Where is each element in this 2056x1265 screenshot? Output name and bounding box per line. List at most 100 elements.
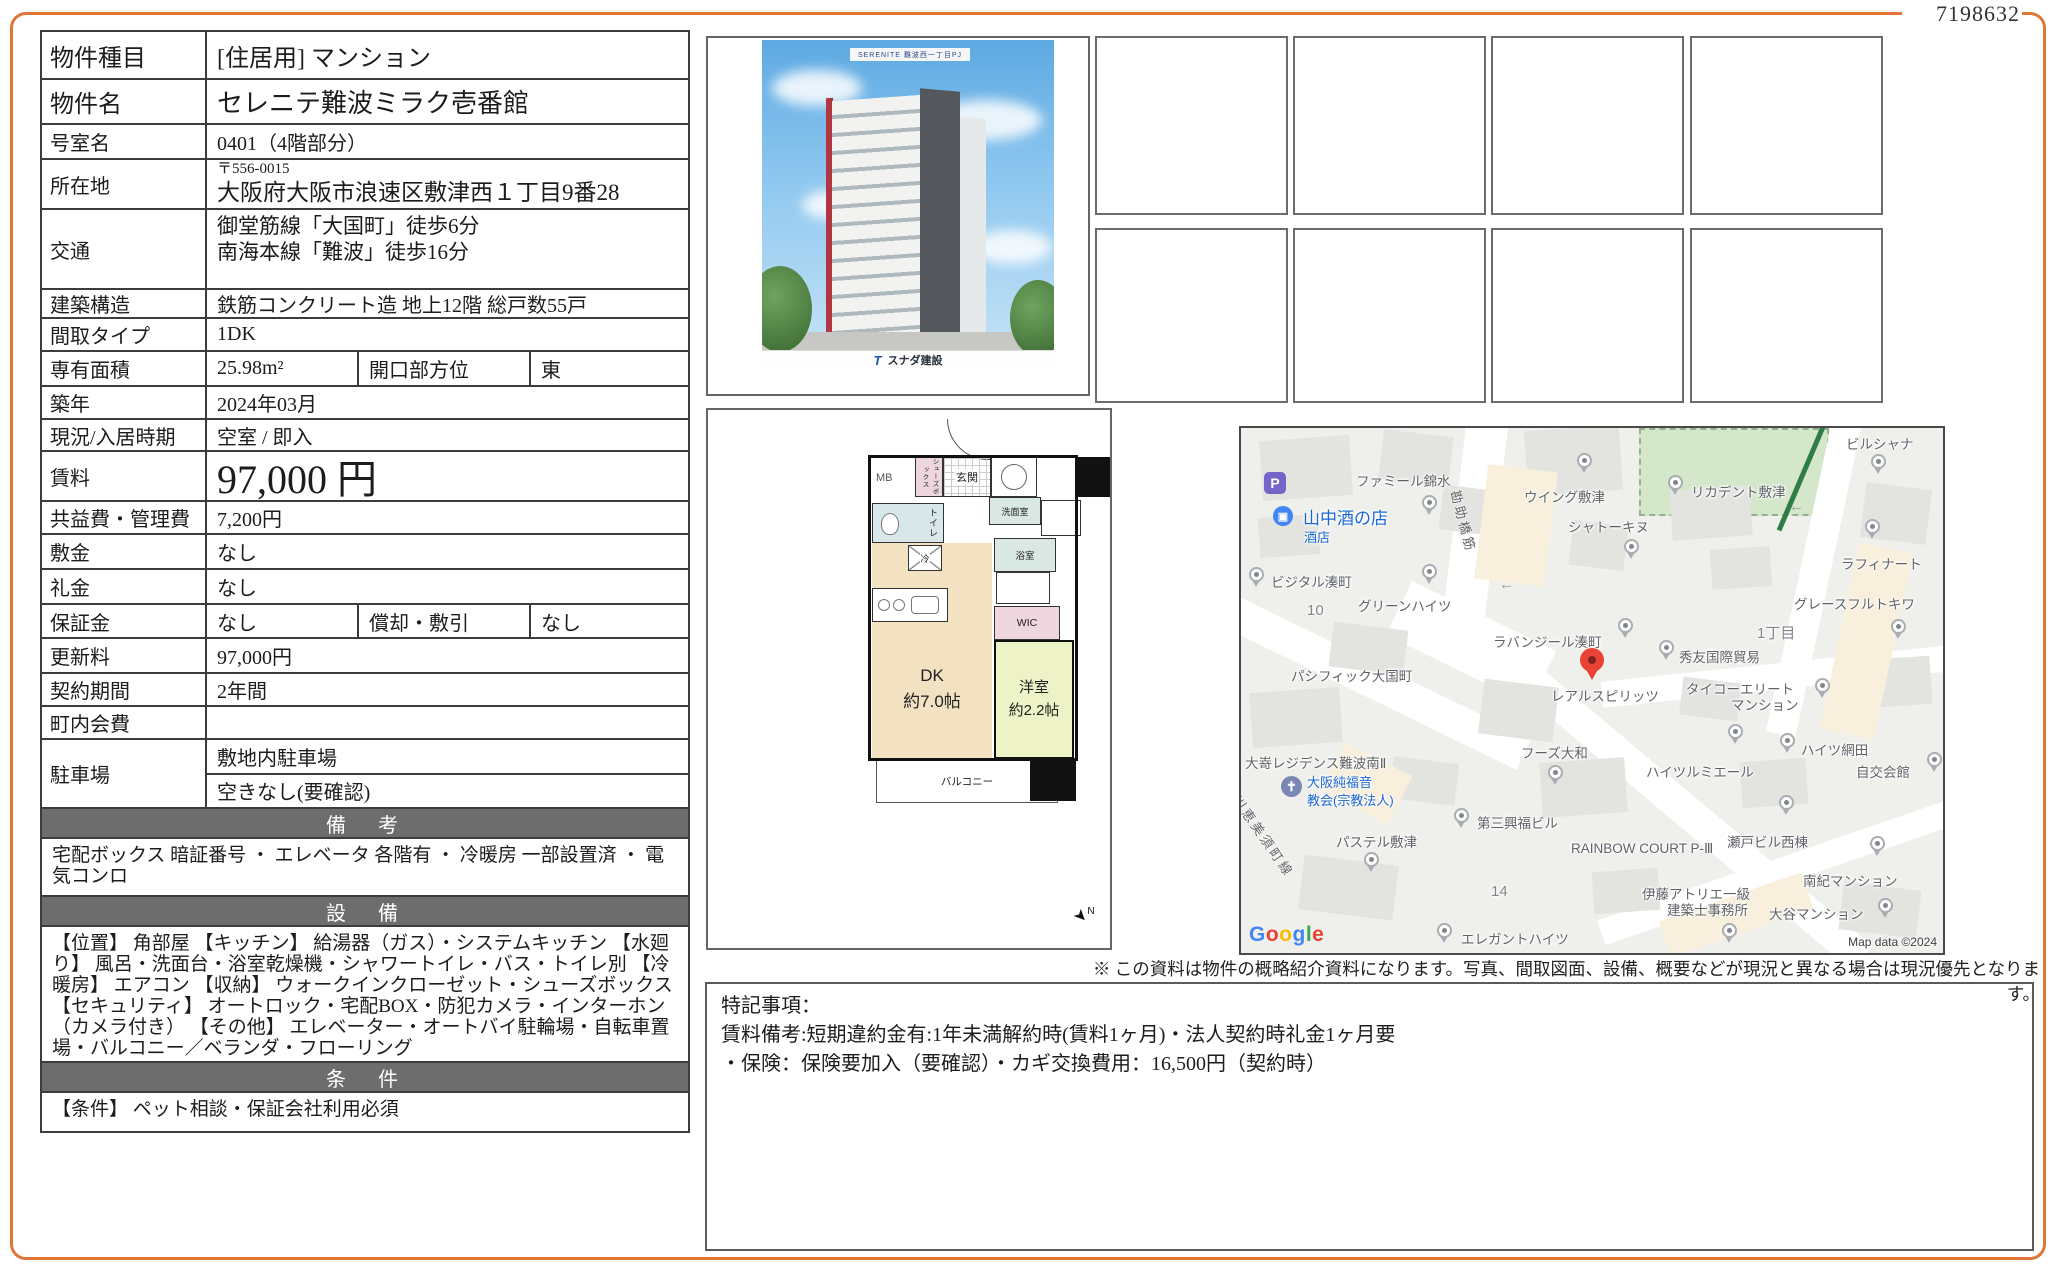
photo-placeholder [1491, 36, 1684, 215]
row-value-line: 御堂筋線「大国町」徒歩6分 [217, 213, 480, 239]
washroom-label: 洗面室 [1001, 505, 1028, 518]
toilet-room: トイレ [872, 503, 944, 543]
wall-block [1076, 457, 1110, 497]
bedroom: 洋室 約2.2帖 [994, 640, 1074, 759]
map-poi-pin-icon [1437, 923, 1452, 938]
map-poi-pin-icon [1668, 475, 1683, 490]
table-row: 契約期間2年間 [42, 674, 688, 707]
map-poi-pin-icon [1577, 453, 1592, 468]
special-notes-title: 特記事項： [721, 992, 2018, 1021]
map-poi-pin-icon [1878, 898, 1893, 913]
table-row: 町内会費 [42, 707, 688, 740]
map-poi-pin-icon [1422, 564, 1437, 579]
map-label: ビルシャナ [1846, 433, 1914, 453]
row-label: 駐車場 [42, 740, 207, 807]
row-label: 号室名 [42, 125, 207, 158]
row-value: 7,200円 [207, 502, 688, 533]
fridge-label: 冷 [920, 552, 929, 565]
map-label: ハイツルミエール [1646, 761, 1754, 781]
map-label: グレースフルトキワ [1794, 593, 1915, 613]
dk-label: DK [920, 666, 944, 685]
fridge-space: 冷 [908, 545, 942, 571]
section-text: 【位置】 角部屋 【キッチン】 給湯器（ガス）・システムキッチン 【水廻り】 風… [42, 927, 688, 1063]
row-value-line: 南海本線「難波」徒歩16分 [217, 239, 469, 265]
map-label: ウイング敷津 [1524, 486, 1605, 506]
map-label: RAINBOW COURT P-Ⅲ [1571, 841, 1713, 857]
map-label: 自交会館 [1856, 761, 1910, 781]
section-header: 条 件 [42, 1063, 688, 1093]
map-poi-pin-icon [1722, 923, 1737, 938]
entrance-label: 玄関 [955, 469, 979, 485]
row-cell: 東 [529, 352, 688, 385]
row-label: 物件種目 [42, 32, 207, 78]
tree-right [1010, 280, 1054, 350]
map-label: マンション [1731, 694, 1799, 714]
row-value: 御堂筋線「大国町」徒歩6分南海本線「難波」徒歩16分 [207, 210, 688, 288]
row-label: 賃料 [42, 452, 207, 500]
map-label: シャトーキヌ [1568, 516, 1649, 536]
photo-placeholder [1690, 36, 1883, 215]
row-label: 敷金 [42, 535, 207, 568]
photo-placeholder [1293, 36, 1486, 215]
builder-name: スナダ建設 [887, 352, 942, 368]
table-row: 号室名0401（4階部分） [42, 125, 688, 160]
toilet-label: トイレ [927, 508, 940, 538]
row-cell: 25.98m² [207, 352, 357, 385]
map-building-block [1298, 854, 1399, 920]
row-value-line: 〒556-0015 [217, 160, 290, 179]
table-row: 賃料97,000 円 [42, 452, 688, 502]
row-value: 97,000 円 [207, 452, 688, 500]
map-poi-pin-icon [1927, 752, 1942, 767]
church-pin-icon: ✝ [1281, 776, 1302, 797]
bedroom-size-label: 約2.2帖 [1009, 702, 1060, 719]
map-label: 14 [1491, 883, 1508, 900]
table-row: 更新料97,000円 [42, 639, 688, 674]
map-label: 瀬戸ビル西棟 [1727, 831, 1808, 851]
map-label: パステル敷津 [1336, 831, 1417, 851]
stove-icon [893, 599, 905, 611]
row-value: なし [207, 535, 688, 568]
map-copyright: Map data ©2024 [1848, 935, 1937, 949]
map-label: 第三興福ビル [1477, 812, 1558, 832]
parking-icon: P [1264, 472, 1286, 494]
row-value: 2024年03月 [207, 387, 688, 418]
building-front-face [832, 95, 920, 350]
row-value: 鉄筋コンクリート造 地上12階 総戸数55戸 [207, 290, 688, 317]
table-row: 専有面積25.98m²開口部方位東 [42, 352, 688, 387]
wall-block [1030, 759, 1076, 801]
map-poi-pin-icon [1659, 640, 1674, 655]
map-label: 教会(宗教法人) [1307, 790, 1394, 809]
row-cell: 償却・敷引 [357, 605, 529, 637]
section-header: 設 備 [42, 897, 688, 927]
photo-placeholder [1095, 36, 1288, 215]
floor-plan: MB シューズボックス 玄関 洗面室 トイレ DK 約7.0帖 冷 浴室 [706, 408, 1112, 950]
side-room [1041, 500, 1081, 536]
row-label: 共益費・管理費 [42, 502, 207, 533]
one-way-arrow-icon: ← [1789, 498, 1804, 515]
map-label: 酒店 [1304, 527, 1330, 546]
table-row: 礼金なし [42, 570, 688, 605]
map-label: ラバンジール湊町 [1493, 631, 1602, 651]
map-poi-pin-icon [1249, 567, 1264, 582]
table-row: 物件名セレニテ難波ミラク壱番館 [42, 80, 688, 125]
photo-placeholder [1690, 228, 1883, 403]
table-row: 間取タイプ1DK [42, 319, 688, 352]
map-poi-pin-icon [1815, 678, 1830, 693]
row-label: 間取タイプ [42, 319, 207, 350]
shoe-box-label: シューズボックス [919, 458, 939, 496]
row-value: 空室 / 即入 [207, 420, 688, 450]
building-sign: SERENITE 難波西一丁目PJ [850, 48, 970, 61]
map-label: リカデント敷津 [1691, 481, 1786, 501]
building-rear-slab [960, 117, 986, 350]
photo-placeholder [1491, 228, 1684, 403]
table-row: 敷金なし [42, 535, 688, 570]
photo-placeholder [1293, 228, 1486, 403]
reference-number: 7198632 [1936, 1, 2020, 27]
map: ←←P▣✝ファミール錦水山中酒の店酒店ウイング敷津シャトーキヌビジタル湊町グリー… [1239, 426, 1945, 955]
row-label: 現況/入居時期 [42, 420, 207, 450]
map-label: ビジタル湊町 [1271, 571, 1352, 591]
wic: WIC [994, 606, 1060, 640]
shoe-box: シューズボックス [915, 457, 943, 497]
map-highlight-zone [1474, 464, 1557, 587]
bedroom-label: 洋室 [1019, 679, 1049, 696]
